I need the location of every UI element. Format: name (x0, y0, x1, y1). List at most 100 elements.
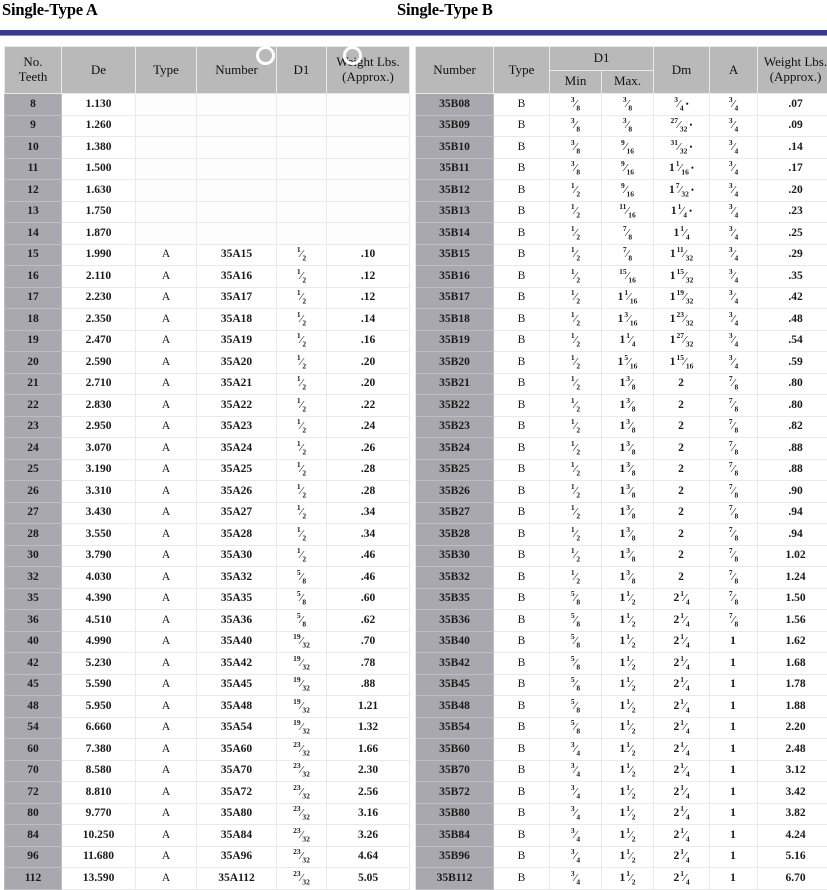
table-row[interactable]: 232.950A35A231⁄2.2435B23B1⁄213⁄827⁄8.82 (5, 416, 827, 438)
cell-a: 7⁄8 (710, 545, 758, 567)
cell-de: 4.510 (62, 610, 136, 632)
table-header: No. Teeth De Type Number D1 Weight Lbs. … (5, 47, 827, 94)
table-row[interactable]: 809.770A35A8023⁄323.1635B80B3⁄411⁄221⁄41… (5, 803, 827, 825)
table-row[interactable]: 121.63035B12B1⁄29⁄1617⁄32•3⁄4.20 (5, 180, 827, 202)
col-header-no-teeth: No. Teeth (5, 47, 62, 94)
table-row[interactable]: 81.13035B08B3⁄83⁄83⁄4•3⁄4.07 (5, 94, 827, 116)
cell-d1-a: 19⁄32 (277, 717, 327, 739)
cell-d1-a: 1⁄2 (277, 524, 327, 546)
cell-de: 2.350 (62, 309, 136, 331)
table-row[interactable]: 243.070A35A241⁄2.2635B24B1⁄213⁄827⁄8.88 (5, 438, 827, 460)
table-row[interactable]: 202.590A35A201⁄2.2035B20B1⁄215⁄16115⁄163… (5, 352, 827, 374)
cell-d1-max: 9⁄16 (602, 137, 654, 159)
cell-type-a: A (136, 309, 197, 331)
table-row[interactable]: 273.430A35A271⁄2.3435B27B1⁄213⁄827⁄8.94 (5, 502, 827, 524)
cell-no-teeth: 22 (5, 395, 62, 417)
cell-number-a: 35A20 (197, 352, 277, 374)
table-row[interactable]: 182.350A35A181⁄2.1435B18B1⁄213⁄16123⁄323… (5, 309, 827, 331)
table-row[interactable]: 546.660A35A5419⁄321.3235B54B5⁄811⁄221⁄41… (5, 717, 827, 739)
table-row[interactable]: 263.310A35A261⁄2.2835B26B1⁄213⁄827⁄8.90 (5, 481, 827, 503)
cell-number-a: 35A80 (197, 803, 277, 825)
table-row[interactable]: 364.510A35A365⁄8.6235B36B5⁄811⁄221⁄47⁄81… (5, 610, 827, 632)
cell-no-teeth: 36 (5, 610, 62, 632)
cell-weight-a: .26 (327, 438, 410, 460)
cell-number-a (197, 180, 277, 202)
cell-de: 3.190 (62, 459, 136, 481)
cell-no-teeth: 13 (5, 201, 62, 223)
cell-de: 4.990 (62, 631, 136, 653)
cell-d1-a: 23⁄32 (277, 868, 327, 890)
cell-d1-max: 11⁄2 (602, 846, 654, 868)
table-row[interactable]: 162.110A35A161⁄2.1235B16B1⁄215⁄16115⁄323… (5, 266, 827, 288)
table-row[interactable]: 9611.680A35A9623⁄324.6435B96B3⁄411⁄221⁄4… (5, 846, 827, 868)
cell-type-b: B (494, 782, 550, 804)
table-row[interactable]: 485.950A35A4819⁄321.2135B48B5⁄811⁄221⁄41… (5, 696, 827, 718)
cell-number-b: 35B19 (416, 330, 494, 352)
cell-no-teeth: 24 (5, 438, 62, 460)
cell-d1-min: 1⁄2 (550, 352, 602, 374)
table-row[interactable]: 91.26035B09B3⁄83⁄827⁄32•3⁄4.09 (5, 115, 827, 137)
cell-number-a: 35A16 (197, 266, 277, 288)
right-section-title: Single-Type B (397, 0, 493, 20)
table-row[interactable]: 404.990A35A4019⁄32.7035B40B5⁄811⁄221⁄411… (5, 631, 827, 653)
cell-d1-a: 19⁄32 (277, 696, 327, 718)
cell-d1-min: 3⁄4 (550, 760, 602, 782)
cell-dm: 21⁄4 (654, 717, 710, 739)
table-row[interactable]: 101.38035B10B3⁄89⁄1631⁄32•3⁄4.14 (5, 137, 827, 159)
cell-number-b: 35B22 (416, 395, 494, 417)
table-row[interactable]: 172.230A35A171⁄2.1235B17B1⁄211⁄16119⁄323… (5, 287, 827, 309)
no-teeth-line-2: Teeth (19, 69, 48, 84)
cell-type-a: A (136, 610, 197, 632)
cell-d1-a: 23⁄32 (277, 760, 327, 782)
page-titles: Single-Type A Single-Type B (0, 0, 827, 28)
title-divider-shadow (0, 35, 827, 36)
cell-de: 8.810 (62, 782, 136, 804)
cell-d1-a: 19⁄32 (277, 674, 327, 696)
table-row[interactable]: 111.50035B11B3⁄89⁄1611⁄16•3⁄4.17 (5, 158, 827, 180)
cell-no-teeth: 20 (5, 352, 62, 374)
cell-weight-a: .20 (327, 373, 410, 395)
table-row[interactable]: 141.87035B14B1⁄27⁄811⁄43⁄4.25 (5, 223, 827, 245)
table-row[interactable]: 425.230A35A4219⁄32.7835B42B5⁄811⁄221⁄411… (5, 653, 827, 675)
table-row[interactable]: 212.710A35A211⁄2.2035B21B1⁄213⁄827⁄8.80 (5, 373, 827, 395)
cell-de: 4.390 (62, 588, 136, 610)
cell-weight-a (327, 223, 410, 245)
cell-weight-b: .90 (758, 481, 827, 503)
table-row[interactable]: 708.580A35A7023⁄322.3035B70B3⁄411⁄221⁄41… (5, 760, 827, 782)
cell-weight-b: .20 (758, 180, 827, 202)
table-row[interactable]: 283.550A35A281⁄2.3435B28B1⁄213⁄827⁄8.94 (5, 524, 827, 546)
cell-d1-min: 1⁄2 (550, 567, 602, 589)
table-row[interactable]: 607.380A35A6023⁄321.6635B60B3⁄411⁄221⁄41… (5, 739, 827, 761)
cell-a: 3⁄4 (710, 158, 758, 180)
table-row[interactable]: 728.810A35A7223⁄322.5635B72B3⁄411⁄221⁄41… (5, 782, 827, 804)
table-row[interactable]: 151.990A35A151⁄2.1035B15B1⁄27⁄8111⁄323⁄4… (5, 244, 827, 266)
cell-type-a: A (136, 524, 197, 546)
cell-a: 3⁄4 (710, 352, 758, 374)
table-row[interactable]: 8410.250A35A8423⁄323.2635B84B3⁄411⁄221⁄4… (5, 825, 827, 847)
col-header-dm: Dm (654, 47, 710, 94)
cell-type-b: B (494, 115, 550, 137)
table-row[interactable]: 324.030A35A325⁄8.4635B32B1⁄213⁄827⁄81.24 (5, 567, 827, 589)
cell-no-teeth: 26 (5, 481, 62, 503)
table-row[interactable]: 131.75035B13B1⁄211⁄1611⁄4•3⁄4.23 (5, 201, 827, 223)
table-row[interactable]: 192.470A35A191⁄2.1635B19B1⁄211⁄4127⁄323⁄… (5, 330, 827, 352)
table-row[interactable]: 11213.590A35A11223⁄325.0535B112B3⁄411⁄22… (5, 868, 827, 890)
cell-d1-a: 19⁄32 (277, 653, 327, 675)
table-row[interactable]: 253.190A35A251⁄2.2835B25B1⁄213⁄827⁄8.88 (5, 459, 827, 481)
cell-d1-min: 1⁄2 (550, 309, 602, 331)
cell-dm: 21⁄4 (654, 846, 710, 868)
cell-number-a: 35A84 (197, 825, 277, 847)
cell-number-a: 35A19 (197, 330, 277, 352)
table-row[interactable]: 455.590A35A4519⁄32.8835B45B5⁄811⁄221⁄411… (5, 674, 827, 696)
cell-dm: 21⁄4 (654, 825, 710, 847)
cell-dm: 127⁄32 (654, 330, 710, 352)
cell-de: 2.950 (62, 416, 136, 438)
cell-number-b: 35B08 (416, 94, 494, 116)
cell-weight-b: .29 (758, 244, 827, 266)
cell-weight-a: .62 (327, 610, 410, 632)
cell-type-b: B (494, 674, 550, 696)
table-row[interactable]: 354.390A35A355⁄8.6035B35B5⁄811⁄221⁄47⁄81… (5, 588, 827, 610)
table-row[interactable]: 222.830A35A221⁄2.2235B22B1⁄213⁄827⁄8.80 (5, 395, 827, 417)
cell-d1-a (277, 158, 327, 180)
table-row[interactable]: 303.790A35A301⁄2.4635B30B1⁄213⁄827⁄81.02 (5, 545, 827, 567)
